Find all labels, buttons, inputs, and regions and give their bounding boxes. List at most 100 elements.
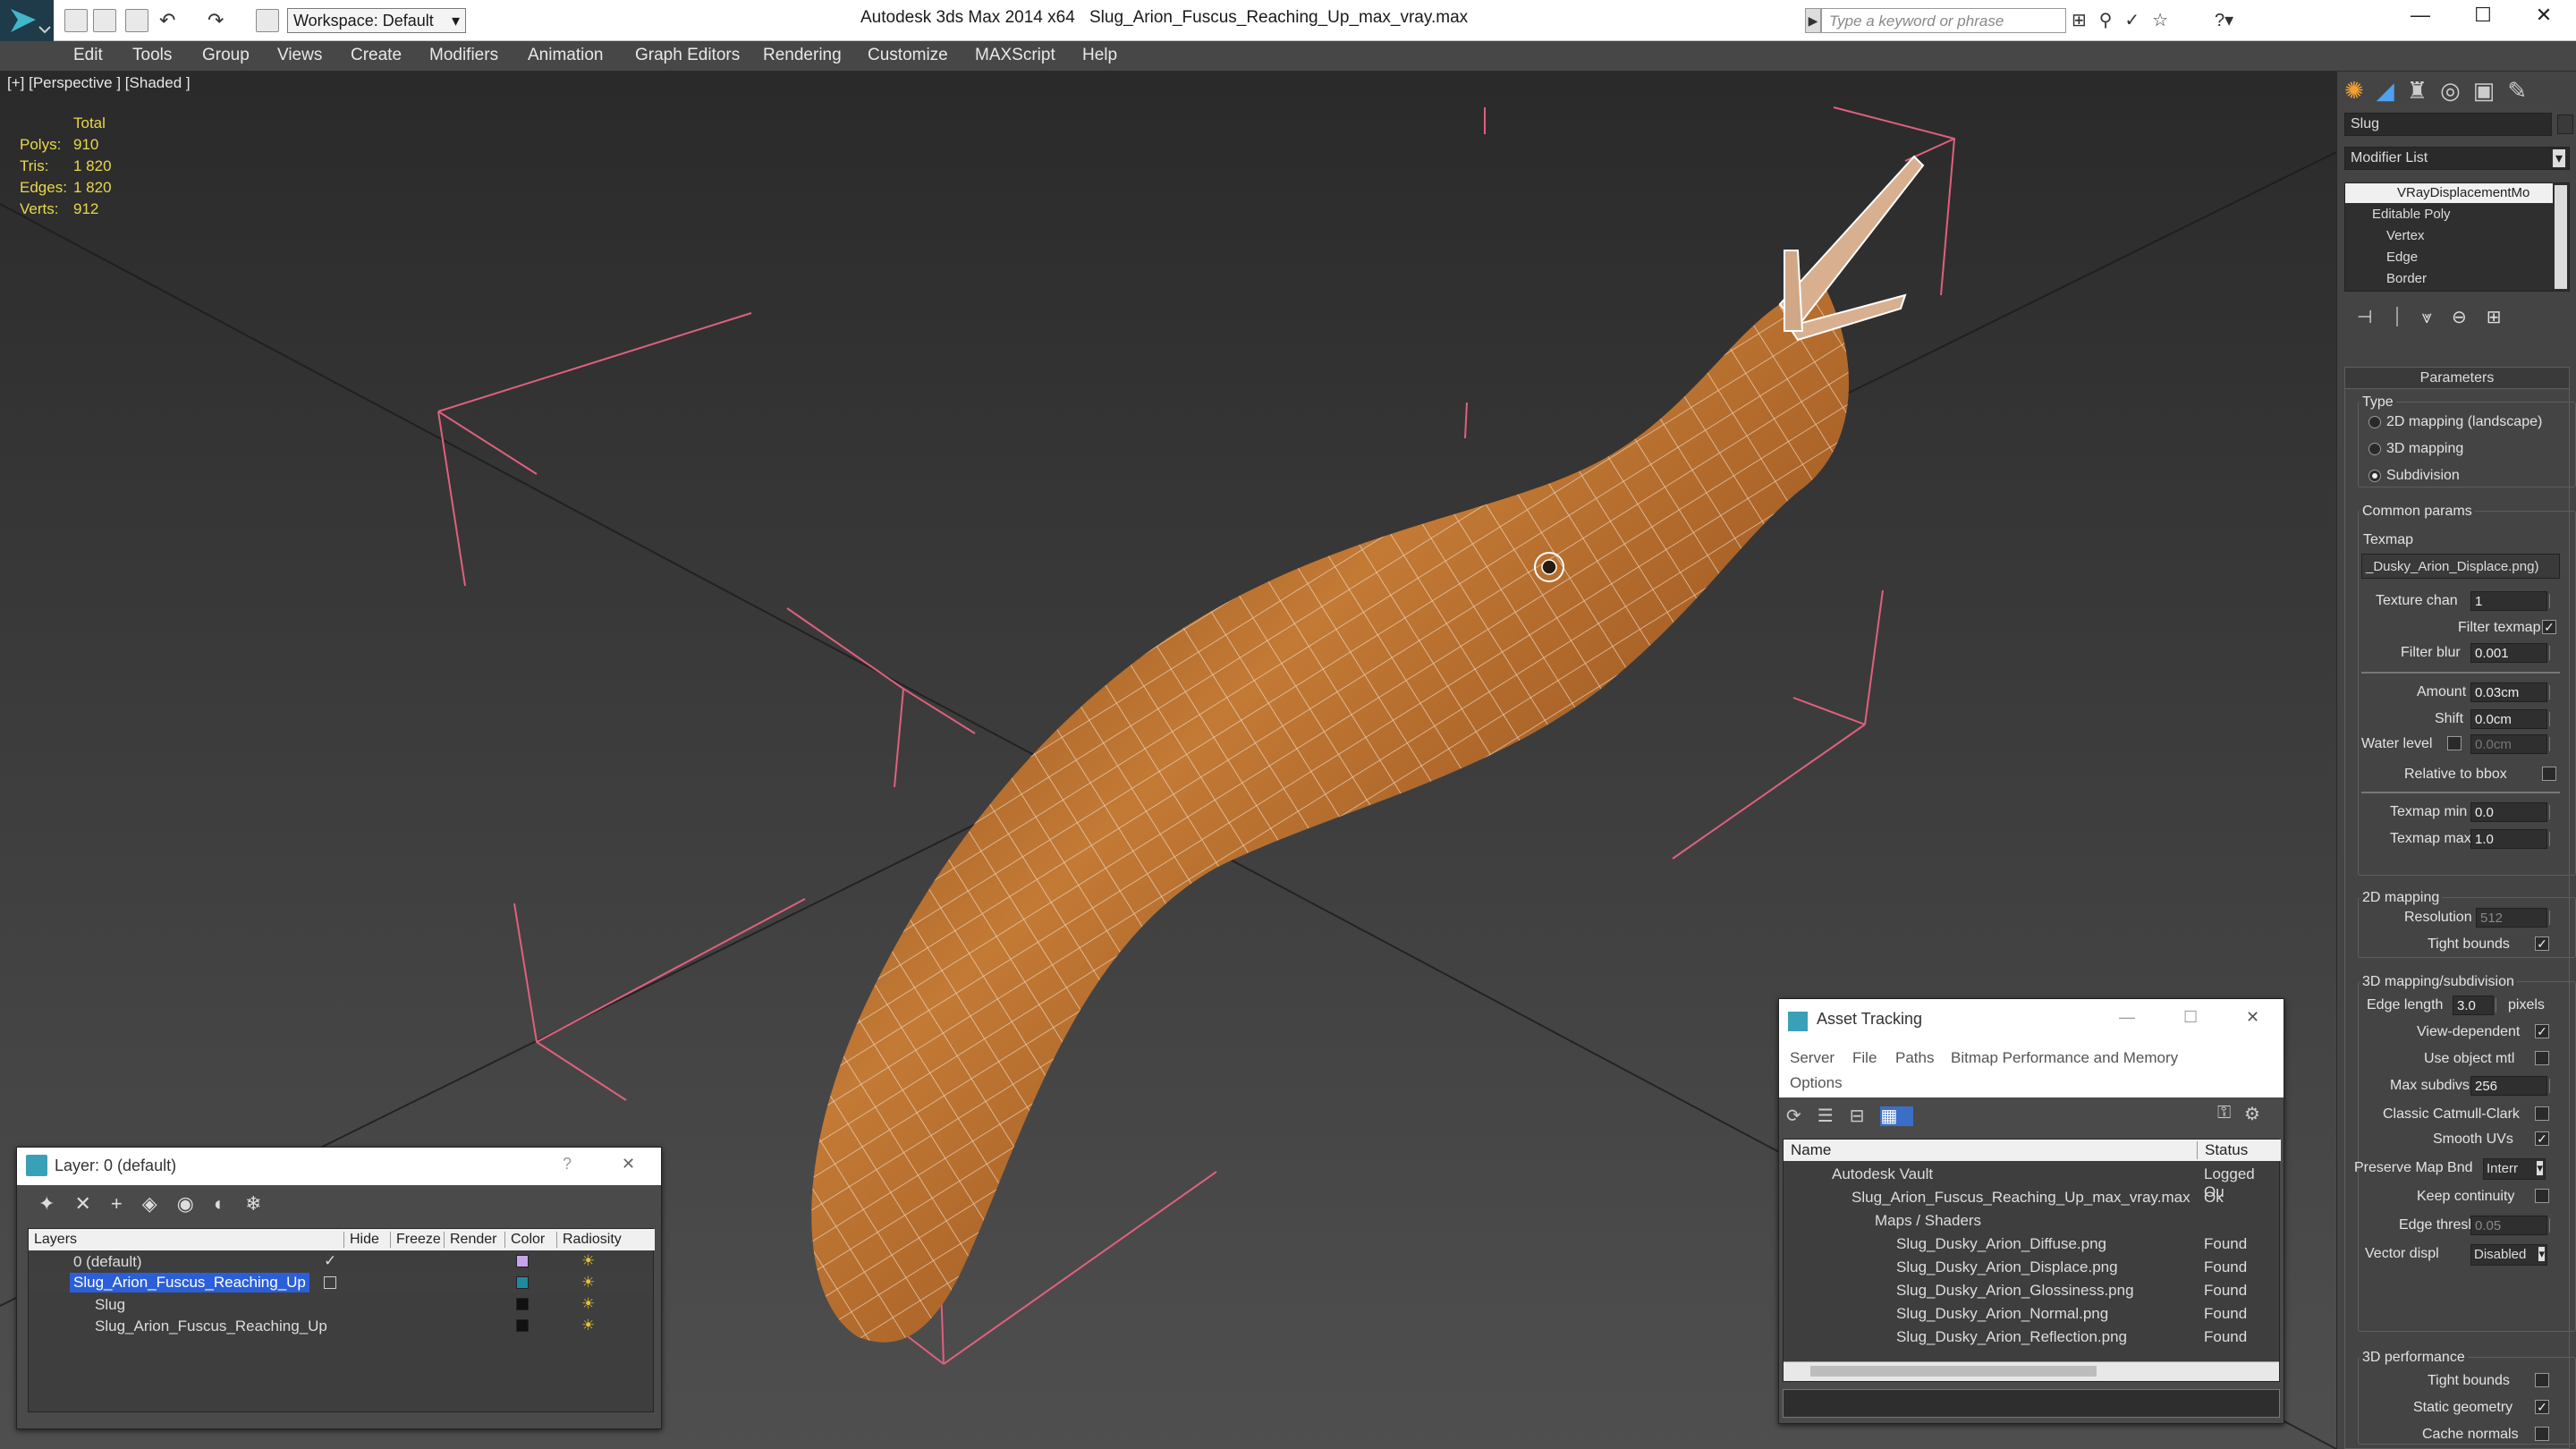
shift-spinner[interactable]: 0.0cm — [2470, 709, 2550, 729]
settings-icon[interactable]: ⚙ — [2244, 1103, 2260, 1125]
search-input[interactable]: Type a keyword or phrase — [1821, 8, 2066, 33]
save-file-icon[interactable] — [125, 9, 148, 32]
menu-graph-editors[interactable]: Graph Editors — [635, 46, 740, 65]
table-view-icon[interactable]: ▦ — [1880, 1106, 1914, 1126]
menu-help[interactable]: Help — [1082, 46, 1117, 65]
stack-item[interactable]: Editable Poly — [2372, 207, 2451, 222]
maximize-button[interactable]: ☐ — [2465, 4, 2501, 36]
amount-spinner[interactable]: 0.03cm — [2470, 682, 2550, 702]
stack-item[interactable]: VRayDisplacementMo — [2345, 183, 2553, 203]
object-name-field[interactable]: Slug — [2344, 113, 2552, 136]
asset-window-titlebar[interactable]: Asset Tracking — ☐ ✕ — [1779, 999, 2284, 1044]
help-icon[interactable]: ?▾ — [2215, 9, 2233, 31]
radiosity-icon[interactable]: ☀ — [581, 1295, 595, 1313]
new-file-icon[interactable] — [64, 9, 88, 32]
utilities-tab-icon[interactable]: ✎ — [2507, 77, 2539, 104]
delete-layer-icon[interactable]: ✕ — [74, 1192, 110, 1215]
asset-menu-paths[interactable]: Paths — [1895, 1049, 1934, 1067]
col-status[interactable]: Status — [2197, 1141, 2248, 1159]
preserve-map-dropdown[interactable]: Interr ▾ — [2483, 1158, 2546, 1180]
open-file-icon[interactable] — [93, 9, 116, 32]
smooth-uvs-checkbox[interactable]: ✓ — [2535, 1131, 2549, 1146]
remove-modifier-icon[interactable]: ⊖ — [2452, 308, 2487, 327]
resolution-spinner[interactable]: 512 — [2476, 908, 2550, 928]
classic-catmull-checkbox[interactable] — [2535, 1106, 2549, 1121]
asset-row[interactable]: Slug_Dusky_Arion_Reflection.png Found — [1784, 1326, 2279, 1349]
infocenter-icons[interactable]: ⊞⚲✓☆ — [2072, 9, 2181, 31]
asset-row[interactable]: Slug_Dusky_Arion_Glossiness.png Found — [1784, 1279, 2279, 1302]
add-to-layer-icon[interactable]: + — [111, 1192, 142, 1215]
use-object-mtl-checkbox[interactable] — [2535, 1051, 2549, 1065]
list-view-icon[interactable]: ☰ — [1818, 1106, 1850, 1126]
menu-modifiers[interactable]: Modifiers — [429, 46, 498, 65]
layer-close-button[interactable]: ✕ — [622, 1155, 635, 1174]
vector-disp-dropdown[interactable]: Disabled ▾ — [2470, 1244, 2547, 1266]
undo-icon[interactable]: ↶ — [159, 9, 182, 32]
asset-path-field[interactable] — [1783, 1389, 2280, 1418]
workspace-dropdown[interactable]: Workspace: Default ▾ — [287, 8, 466, 33]
static-geometry-checkbox[interactable]: ✓ — [2535, 1400, 2549, 1414]
tight-bounds-perf-checkbox[interactable] — [2535, 1373, 2549, 1387]
vault-icon[interactable]: ⚿ — [2217, 1103, 2231, 1123]
radiosity-icon[interactable]: ☀ — [581, 1252, 595, 1270]
col-radiosity[interactable]: Radiosity — [556, 1232, 622, 1248]
menu-animation[interactable]: Animation — [528, 46, 604, 65]
max-subdivs-spinner[interactable]: 256 — [2470, 1076, 2550, 1096]
filter-texmap-checkbox[interactable]: ✓ — [2542, 620, 2556, 634]
texture-chan-spinner[interactable]: 1 — [2470, 591, 2550, 611]
col-name[interactable]: Name — [1791, 1141, 1831, 1159]
asset-close-button[interactable]: ✕ — [2246, 1008, 2259, 1027]
relative-bbox-checkbox[interactable] — [2542, 767, 2556, 781]
redo-icon[interactable]: ↷ — [208, 9, 231, 32]
col-render[interactable]: Render — [444, 1232, 496, 1248]
asset-menu-bitmap[interactable]: Bitmap Performance and Memory — [1951, 1049, 2178, 1067]
asset-menu-file[interactable]: File — [1852, 1049, 1877, 1067]
asset-menu-options[interactable]: Options — [1790, 1074, 1843, 1092]
asset-horizontal-scrollbar[interactable] — [1784, 1361, 2279, 1381]
layer-row[interactable]: 0 (default) ✓ ☀ — [29, 1250, 653, 1272]
modify-tab-icon[interactable]: ◢ — [2377, 77, 2407, 104]
search-expand-icon[interactable]: ▶ — [1805, 8, 1821, 33]
app-logo[interactable] — [0, 0, 54, 41]
menu-group[interactable]: Group — [202, 46, 250, 65]
stack-item[interactable]: Vertex — [2386, 228, 2425, 243]
layer-color-swatch[interactable] — [516, 1276, 529, 1289]
layer-window-titlebar[interactable]: Layer: 0 (default) ? ✕ — [17, 1148, 661, 1185]
radio-2d-mapping[interactable] — [2368, 416, 2381, 428]
view-dependent-checkbox[interactable]: ✓ — [2535, 1024, 2549, 1038]
tight-bounds-checkbox[interactable]: ✓ — [2535, 936, 2549, 951]
asset-row[interactable]: Maps / Shaders — [1784, 1209, 2279, 1233]
make-unique-icon[interactable]: ⩔ — [2422, 308, 2452, 327]
stack-scrollbar[interactable] — [2555, 185, 2567, 289]
project-folder-icon[interactable] — [256, 9, 279, 32]
layer-help-button[interactable]: ? — [563, 1155, 572, 1174]
asset-maximize-button[interactable]: ☐ — [2183, 1008, 2198, 1027]
edge-length-spinner[interactable]: 3.0 — [2453, 996, 2496, 1015]
col-layers[interactable]: Layers — [34, 1232, 77, 1248]
radio-3d-mapping[interactable] — [2368, 443, 2381, 455]
create-tab-icon[interactable]: ✺ — [2344, 77, 2377, 104]
object-color-swatch[interactable] — [2557, 114, 2573, 134]
col-color[interactable]: Color — [504, 1232, 545, 1248]
asset-row[interactable]: Slug_Dusky_Arion_Normal.png Found — [1784, 1302, 2279, 1326]
layer-row[interactable]: Slug_Arion_Fuscus_Reaching_Up ☀ — [29, 1315, 653, 1336]
texmap-max-spinner[interactable]: 1.0 — [2470, 829, 2550, 849]
scrollbar-thumb[interactable] — [1810, 1366, 2097, 1377]
layer-color-swatch[interactable] — [516, 1319, 529, 1332]
motion-tab-icon[interactable]: ◎ — [2440, 77, 2473, 104]
freeze-all-icon[interactable]: ❄ — [245, 1192, 281, 1215]
cache-normals-checkbox[interactable] — [2535, 1427, 2549, 1441]
water-level-spinner[interactable]: 0.0cm — [2470, 734, 2550, 754]
menu-edit[interactable]: Edit — [73, 46, 103, 65]
menu-views[interactable]: Views — [277, 46, 322, 65]
create-layer-icon[interactable]: ✦ — [38, 1192, 74, 1215]
tree-view-icon[interactable]: ⊟ — [1850, 1106, 1881, 1126]
modifier-list-dropdown[interactable]: Modifier List ▾ — [2344, 147, 2570, 170]
asset-row[interactable]: Autodesk Vault Logged Ou — [1784, 1163, 2279, 1200]
texmap-min-spinner[interactable]: 0.0 — [2470, 802, 2550, 822]
hierarchy-tab-icon[interactable]: ♜ — [2407, 77, 2440, 104]
menu-maxscript[interactable]: MAXScript — [975, 46, 1055, 65]
display-tab-icon[interactable]: ▣ — [2473, 77, 2508, 104]
show-end-result-icon[interactable]: ⏐ — [2392, 308, 2421, 327]
hide-all-icon[interactable]: ◐ — [214, 1192, 245, 1215]
